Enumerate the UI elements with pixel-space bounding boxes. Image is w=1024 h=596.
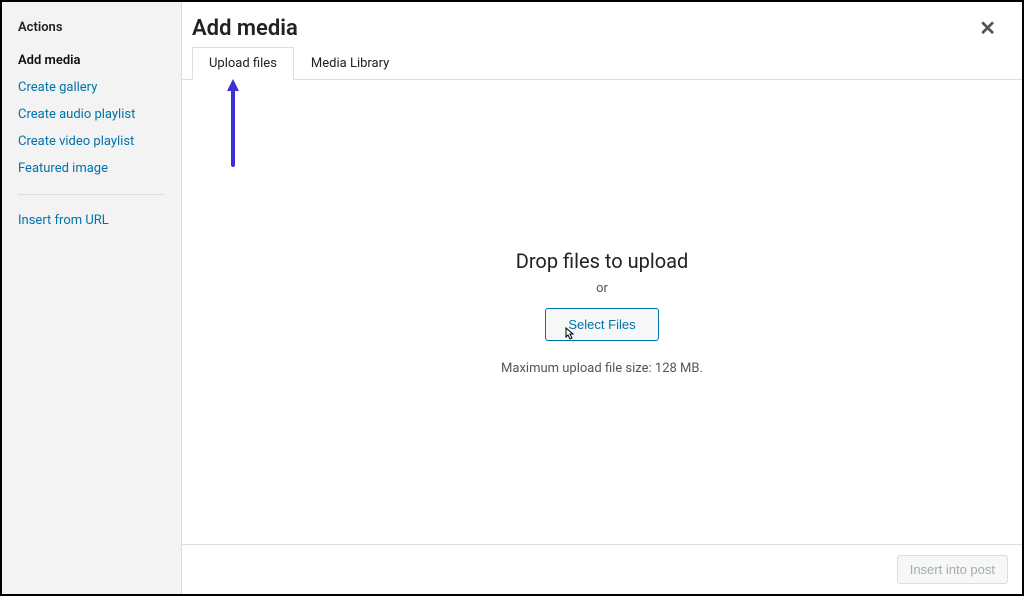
sidebar-item-add-media[interactable]: Add media <box>18 47 165 74</box>
sidebar-divider <box>18 194 165 195</box>
sidebar-title: Actions <box>18 20 165 35</box>
drop-or-label: or <box>596 281 608 296</box>
drop-title: Drop files to upload <box>516 249 689 273</box>
tab-upload-files[interactable]: Upload files <box>192 47 294 80</box>
insert-into-post-button[interactable]: Insert into post <box>897 555 1008 584</box>
main-panel: Add media ✕ Upload files Media Library D… <box>182 2 1022 594</box>
header: Add media ✕ <box>182 2 1022 46</box>
max-upload-size: Maximum upload file size: 128 MB. <box>501 361 703 376</box>
select-files-button[interactable]: Select Files <box>545 308 658 341</box>
footer: Insert into post <box>182 544 1022 594</box>
sidebar-item-create-gallery[interactable]: Create gallery <box>18 74 165 101</box>
sidebar-item-featured-image[interactable]: Featured image <box>18 155 165 182</box>
actions-sidebar: Actions Add media Create gallery Create … <box>2 2 182 594</box>
upload-area[interactable]: Drop files to upload or Select Files Max… <box>182 80 1022 544</box>
tab-media-library[interactable]: Media Library <box>294 47 406 80</box>
page-title: Add media <box>192 16 298 41</box>
close-icon[interactable]: ✕ <box>973 14 1002 42</box>
tabs: Upload files Media Library <box>182 46 1022 80</box>
sidebar-item-create-audio-playlist[interactable]: Create audio playlist <box>18 101 165 128</box>
sidebar-item-create-video-playlist[interactable]: Create video playlist <box>18 128 165 155</box>
sidebar-item-insert-from-url[interactable]: Insert from URL <box>18 207 165 234</box>
